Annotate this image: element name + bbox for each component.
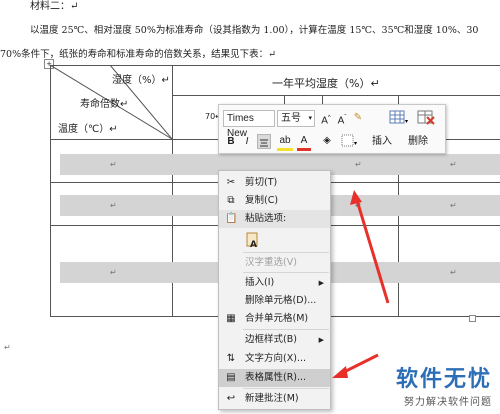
table-resize-handle[interactable] <box>469 315 476 322</box>
font-color-icon[interactable]: A <box>297 134 311 151</box>
format-painter-icon[interactable]: ✎ <box>351 111 365 125</box>
arrow-head-left-icon <box>332 366 348 378</box>
menu-item-table-properties[interactable]: ▤ 表格属性(R)... <box>219 369 330 387</box>
svg-text:▾: ▾ <box>354 140 357 147</box>
watermark: 软件无忧 努力解决软件问题 <box>396 361 492 408</box>
menu-item-text-direction[interactable]: ⇅ 文字方向(X)... <box>219 350 330 368</box>
svg-text:A: A <box>250 240 257 249</box>
menu-separator <box>243 272 329 273</box>
menu-separator <box>243 388 329 389</box>
material-label: 材料二：↵ <box>30 1 79 12</box>
menu-item-border-styles[interactable]: 边框样式(B) ▶ <box>219 331 330 349</box>
paragraph-line-1: 以温度 25℃、相对湿度 50%为标准寿命（设其指数为 1.00），计算在温度 … <box>30 25 479 36</box>
menu-item-cut[interactable]: ✂ 剪切(T) <box>219 174 330 192</box>
menu-separator <box>243 252 329 253</box>
merge-cells-icon: ▦ <box>226 313 236 324</box>
highlight-icon[interactable]: ab <box>277 134 293 151</box>
italic-button[interactable]: I <box>241 135 253 149</box>
menu-item-new-comment[interactable]: ↩ 新建批注(M) <box>219 390 330 408</box>
table-rule <box>172 95 500 96</box>
shrink-font-icon[interactable]: Aˇ <box>335 111 349 128</box>
paragraph-mark: ↵ <box>4 343 11 352</box>
header-life-multiple: 寿命倍数↵ <box>80 99 129 110</box>
cell-mark: ↵ <box>110 201 117 210</box>
new-comment-icon: ↩ <box>226 393 236 404</box>
paste-icon: 📋 <box>225 213 238 224</box>
font-name-box[interactable]: Times New <box>223 110 275 139</box>
table-properties-icon: ▤ <box>226 372 236 383</box>
header-temperature: 温度（℃）↵ <box>58 124 118 135</box>
copy-icon: ⧉ <box>227 195 235 206</box>
shading-icon[interactable]: ◈ <box>319 134 335 148</box>
center-align-icon[interactable] <box>257 134 271 149</box>
header-humidity: 湿度（%）↵ <box>112 75 170 86</box>
watermark-subtitle: 努力解决软件问题 <box>404 397 492 408</box>
text-direction-icon: ⇅ <box>226 353 236 364</box>
menu-item-reconvert: 汉字重选(V) <box>245 257 297 268</box>
chevron-down-icon: ▾ <box>308 115 312 122</box>
insert-button[interactable]: 插入 <box>369 135 395 149</box>
paragraph-line-2: 70%条件下，纸张的寿命和标准寿命的倍数关系，结果见下表：↵ <box>0 49 277 60</box>
menu-separator <box>243 329 329 330</box>
cell-mark: ↵ <box>355 160 362 169</box>
table-style-icon[interactable]: ▾ <box>389 109 409 127</box>
menu-item-paste-options: 📋 粘贴选项: <box>219 210 330 228</box>
menu-item-merge-cells[interactable]: ▦ 合并单元格(M) <box>219 310 330 328</box>
cell-mark: ↵ <box>450 201 457 210</box>
menu-item-copy[interactable]: ⧉ 复制(C) <box>219 192 330 210</box>
context-menu: ✂ 剪切(T) ⧉ 复制(C) 📋 粘贴选项: A 汉字重选(V) 插入(I) … <box>218 170 331 410</box>
cell-mark: ↵ <box>450 268 457 277</box>
cell-mark: ↵ <box>110 268 117 277</box>
svg-text:▾: ▾ <box>405 118 408 125</box>
menu-item-insert[interactable]: 插入(I) ▶ <box>219 274 330 292</box>
header-annual-avg-humidity: 一年平均湿度（%）↵ <box>272 77 380 90</box>
scissors-icon: ✂ <box>226 177 236 188</box>
font-size-box[interactable]: 五号 ▾ <box>277 110 315 127</box>
watermark-brand: 软件无忧 <box>395 367 492 392</box>
delete-button[interactable]: 删除 <box>405 135 431 149</box>
mini-toolbar: Times New 五号 ▾ A^ Aˇ ✎ ▾ B I ab A ◈ ▾ 插入 … <box>218 104 446 154</box>
cell-mark: ↵ <box>450 160 457 169</box>
arrow-head-up-icon <box>350 190 362 205</box>
grow-font-icon[interactable]: A^ <box>319 111 333 128</box>
bold-button[interactable]: B <box>225 135 237 149</box>
font-size-value: 五号 <box>281 113 301 124</box>
cell-mark: ↵ <box>110 160 117 169</box>
paste-keep-text-icon[interactable]: A <box>245 231 261 250</box>
delete-table-icon[interactable] <box>417 109 439 127</box>
menu-item-delete-cells[interactable]: 删除单元格(D)... <box>219 292 330 310</box>
borders-icon[interactable]: ▾ <box>341 134 361 149</box>
